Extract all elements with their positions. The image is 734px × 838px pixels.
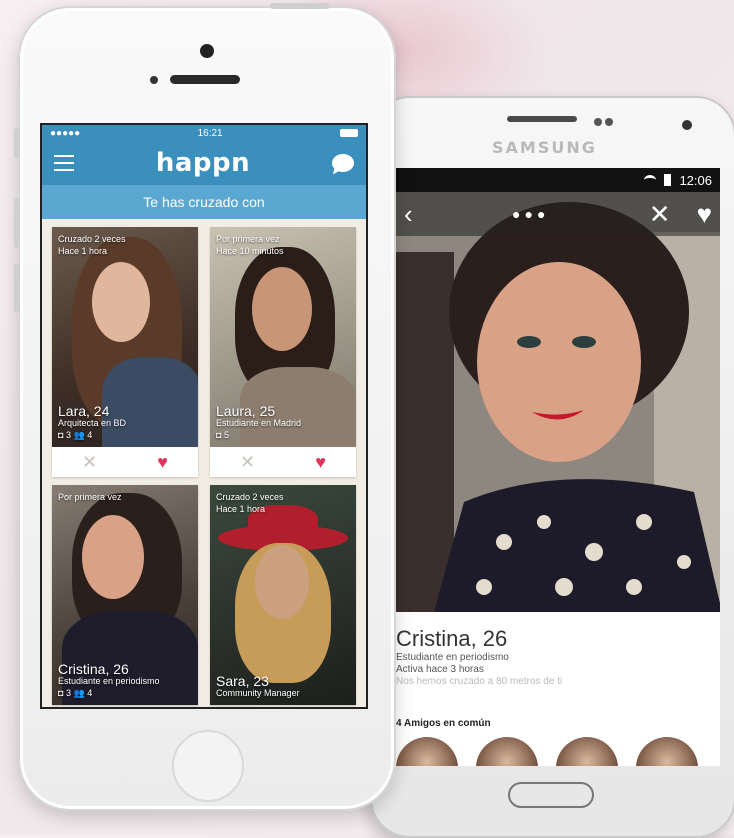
friends-icon: 👥 [73, 688, 85, 698]
user-photo: Cruzado 2 veces Hace 1 hora Sara, 23 Com… [210, 485, 356, 705]
friend-avatar[interactable] [396, 737, 458, 766]
user-card[interactable]: Por primera vez Hace 10 minutos Laura, 2… [210, 227, 356, 477]
user-card[interactable]: Cruzado 2 veces Hace 1 hora Lara, 24 Arq… [52, 227, 198, 477]
profile-nav-bar: ‹ ●●● ✕ ♥ [394, 192, 720, 236]
menu-icon[interactable] [54, 155, 74, 171]
camera-icon: ◘ [216, 430, 222, 440]
card-name: Lara, 24 [58, 403, 110, 419]
earpiece-speaker [170, 75, 240, 84]
volume-up-button [14, 198, 20, 248]
card-crossed-info: Por primera vez Hace 10 minutos [216, 234, 284, 256]
app-logo: happn [155, 148, 251, 178]
user-card[interactable]: Por primera vez Cristina, 26 Estudiante … [52, 485, 198, 705]
speaker-grille [507, 116, 577, 122]
heart-icon[interactable]: ♥ [315, 452, 326, 473]
chat-icon[interactable] [331, 154, 354, 172]
card-crossed-info: Por primera vez [58, 492, 122, 502]
user-photo: Por primera vez Cristina, 26 Estudiante … [52, 485, 198, 705]
card-job: Arquitecta en BD [58, 418, 127, 428]
camera-icon: ◘ [58, 430, 64, 440]
sensor-dot [594, 118, 602, 126]
card-counts: ◘ 3 👥 4 [58, 688, 93, 698]
dismiss-icon[interactable]: ✕ [82, 452, 97, 473]
volume-down-button [14, 263, 20, 313]
friends-icon: 👥 [73, 430, 85, 440]
app-header: happn [42, 141, 366, 185]
close-icon[interactable]: ✕ [649, 199, 671, 230]
card-job: Community Manager [216, 688, 300, 698]
iphone-screen: ●●●●● 16:21 happn Te has cruzado con Cru… [40, 123, 368, 709]
brand-logo: SAMSUNG [492, 138, 597, 157]
user-photo: Cruzado 2 veces Hace 1 hora Lara, 24 Arq… [52, 227, 198, 447]
back-chevron-icon[interactable]: ‹ [404, 199, 413, 230]
profile-name: Cristina, 26 [396, 626, 508, 651]
power-button [270, 3, 330, 9]
common-friends-list [396, 737, 720, 766]
pagination-dots-icon[interactable]: ●●● [512, 206, 549, 222]
card-user-info: Laura, 25 Estudiante en Madrid ◘ 5 [216, 403, 302, 441]
card-name: Laura, 25 [216, 403, 276, 419]
card-crossed-info: Cruzado 2 veces Hace 1 hora [216, 492, 284, 514]
card-job: Estudiante en Madrid [216, 418, 302, 428]
status-time: 12:06 [679, 172, 712, 188]
wifi-icon [644, 175, 657, 185]
heart-icon[interactable]: ♥ [157, 452, 168, 473]
card-user-info: Sara, 23 Community Manager [216, 673, 300, 699]
card-crossed-info: Cruzado 2 veces Hace 1 hora [58, 234, 126, 256]
friend-avatar[interactable] [476, 737, 538, 766]
card-counts: ◘ 5 [216, 430, 229, 440]
samsung-screen: 12:06 ‹ ●●● ✕ ♥ Cristina, 26 Estudiante … [392, 168, 720, 766]
status-time: 16:21 [197, 127, 223, 139]
proximity-sensor [150, 76, 158, 84]
card-name: Cristina, 26 [58, 661, 129, 677]
friend-avatar[interactable] [556, 737, 618, 766]
card-user-info: Lara, 24 Arquitecta en BD ◘ 3 👥 4 [58, 403, 127, 441]
card-counts: ◘ 3 👥 4 [58, 430, 93, 440]
profile-photo[interactable] [394, 192, 720, 612]
crossed-users-grid: Cruzado 2 veces Hace 1 hora Lara, 24 Arq… [42, 219, 366, 707]
profile-occupation: Estudiante en periodismo [396, 652, 509, 663]
user-photo: Por primera vez Hace 10 minutos Laura, 2… [210, 227, 356, 447]
battery-icon [664, 174, 672, 186]
status-bar: ●●●●● 16:21 [42, 125, 366, 141]
card-user-info: Cristina, 26 Estudiante en periodismo ◘ … [58, 661, 160, 699]
common-friends-label: 4 Amigos en común [396, 718, 491, 729]
card-actions: ✕ ♥ [52, 447, 198, 477]
battery-icon [339, 129, 358, 137]
front-camera [200, 44, 214, 58]
status-bar: 12:06 [394, 168, 720, 192]
camera-icon: ◘ [58, 688, 64, 698]
samsung-phone: SAMSUNG 12:06 ‹ ●●● ✕ ♥ Cristina, 26 Est… [370, 96, 734, 838]
front-camera [682, 120, 692, 130]
card-job: Estudiante en periodismo [58, 676, 160, 686]
profile-crossed-distance: Nos hemos cruzado a 80 metros de ti [396, 676, 563, 687]
user-card[interactable]: Cruzado 2 veces Hace 1 hora Sara, 23 Com… [210, 485, 356, 705]
iphone-device: ●●●●● 16:21 happn Te has cruzado con Cru… [14, 3, 396, 811]
profile-activity: Activa hace 3 horas [396, 664, 484, 675]
friend-avatar[interactable] [636, 737, 698, 766]
heart-icon[interactable]: ♥ [697, 199, 712, 230]
dismiss-icon[interactable]: ✕ [240, 452, 255, 473]
home-button[interactable] [172, 730, 244, 802]
profile-photo-art [394, 192, 720, 612]
home-button[interactable] [508, 782, 594, 808]
sensor-dot [605, 118, 613, 126]
signal-icon: ●●●●● [50, 127, 81, 139]
crossed-banner: Te has cruzado con [42, 185, 366, 219]
card-actions: ✕ ♥ [210, 447, 356, 477]
card-name: Sara, 23 [216, 673, 269, 689]
mute-switch [14, 128, 20, 158]
profile-info: Cristina, 26 Estudiante en periodismo Ac… [394, 618, 720, 766]
